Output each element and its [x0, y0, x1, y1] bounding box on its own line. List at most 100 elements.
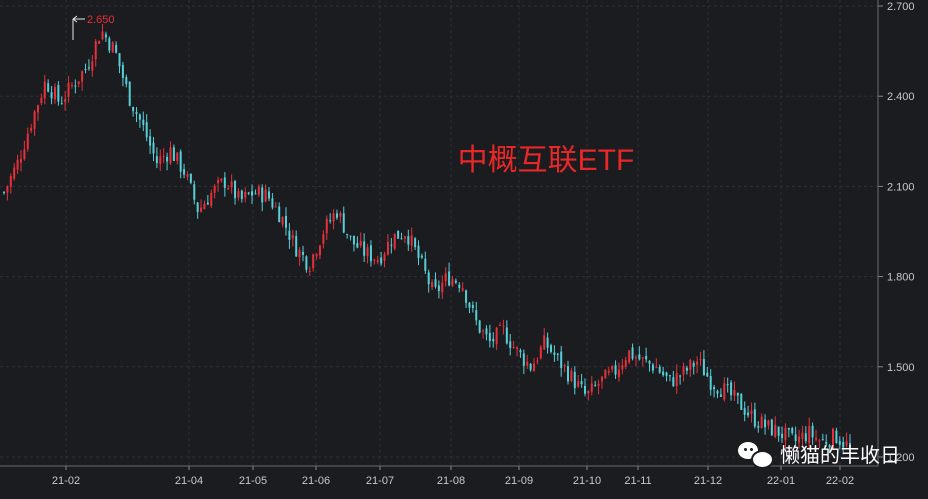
- candle-body: [254, 193, 256, 194]
- candle-body: [649, 361, 651, 364]
- candle-body: [88, 67, 90, 68]
- x-tick-label: 21-07: [366, 475, 394, 487]
- candle-body: [149, 136, 151, 145]
- candle-body: [356, 243, 358, 247]
- candle-body: [604, 370, 606, 378]
- candle-body: [350, 236, 352, 237]
- candle-body: [404, 236, 406, 238]
- candle-body: [465, 290, 467, 302]
- candle-body: [812, 426, 814, 438]
- candle-body: [122, 65, 124, 78]
- candle-body: [662, 372, 664, 376]
- candle-body: [485, 328, 487, 334]
- candle-body: [652, 365, 654, 371]
- candle-body: [207, 203, 209, 205]
- candle-body: [339, 213, 341, 217]
- candle-body: [499, 325, 501, 326]
- candle-body: [220, 179, 222, 181]
- candle-body: [523, 353, 525, 365]
- candle-body: [482, 331, 484, 332]
- candle-body: [309, 271, 311, 272]
- candle-body: [526, 362, 528, 366]
- candle-body: [27, 134, 29, 149]
- candle-body: [91, 61, 93, 70]
- candle-body: [292, 235, 294, 238]
- candle-body: [180, 151, 182, 171]
- chart-title: 中概互联ETF: [458, 144, 635, 177]
- candle-body: [700, 359, 702, 360]
- candle-body: [71, 85, 73, 86]
- candle-body: [214, 186, 216, 193]
- candle-body: [210, 193, 212, 206]
- watermark: 懒猫的丰收日: [738, 439, 900, 468]
- candle-body: [163, 156, 165, 157]
- candle-body: [533, 363, 535, 371]
- candle-body: [44, 82, 46, 99]
- candle-body: [666, 372, 668, 375]
- candle-body: [696, 361, 698, 364]
- candle-body: [431, 282, 433, 287]
- y-tick-label: 2.700: [887, 1, 915, 13]
- candle-body: [625, 360, 627, 367]
- candle-body: [750, 411, 752, 414]
- candle-body: [754, 409, 756, 426]
- candle-body: [329, 220, 331, 221]
- candle-body: [713, 387, 715, 389]
- candle-body: [455, 281, 457, 283]
- candle-body: [251, 191, 253, 196]
- candle-body: [421, 256, 423, 258]
- candle-body: [74, 86, 76, 87]
- candle-body: [139, 114, 141, 119]
- candle-body: [125, 77, 127, 84]
- candle-body: [519, 350, 521, 352]
- candle-body: [23, 149, 25, 159]
- candle-body: [448, 272, 450, 286]
- candle-body: [78, 81, 80, 84]
- candle-body: [227, 188, 229, 189]
- y-tick-label: 2.400: [887, 91, 915, 103]
- candle-body: [312, 254, 314, 268]
- candle-body: [513, 347, 515, 348]
- candle-body: [6, 186, 8, 192]
- candle-body: [706, 373, 708, 377]
- candle-body: [774, 425, 776, 437]
- candle-body: [764, 419, 766, 427]
- candle-body: [237, 191, 239, 198]
- candlestick-chart: 2.7002.4002.1001.8001.5001.20021-0221-04…: [0, 0, 928, 494]
- candle-body: [720, 395, 722, 397]
- candle-body: [190, 174, 192, 183]
- candle-body: [502, 326, 504, 327]
- candle-body: [40, 98, 42, 103]
- candle-body: [193, 184, 195, 199]
- candle-body: [598, 384, 600, 386]
- candle-body: [618, 370, 620, 378]
- candle-body: [693, 363, 695, 367]
- candle-body: [51, 92, 53, 98]
- candle-body: [268, 191, 270, 198]
- candle-body: [445, 273, 447, 281]
- candle-body: [394, 234, 396, 249]
- chart: 2.7002.4002.1001.8001.5001.20021-0221-04…: [0, 0, 928, 494]
- candle-body: [496, 328, 498, 344]
- candle-body: [574, 372, 576, 388]
- y-tick-label: 1.800: [887, 272, 915, 284]
- candle-body: [136, 112, 138, 114]
- candle-body: [414, 238, 416, 247]
- candle-body: [248, 193, 250, 194]
- candle-body: [411, 235, 413, 245]
- candle-body: [468, 303, 470, 308]
- candle-body: [778, 427, 780, 436]
- candle-body: [703, 359, 705, 375]
- candle-body: [564, 365, 566, 366]
- x-tick-label: 21-04: [175, 475, 203, 487]
- candle-body: [282, 217, 284, 225]
- candle-body: [156, 156, 158, 163]
- candle-body: [258, 187, 260, 195]
- candle-body: [727, 384, 729, 385]
- candle-body: [560, 352, 562, 368]
- candle-body: [387, 242, 389, 255]
- candle-body: [95, 41, 97, 59]
- candle-body: [102, 32, 104, 40]
- candle-body: [115, 45, 117, 53]
- candle-body: [628, 350, 630, 362]
